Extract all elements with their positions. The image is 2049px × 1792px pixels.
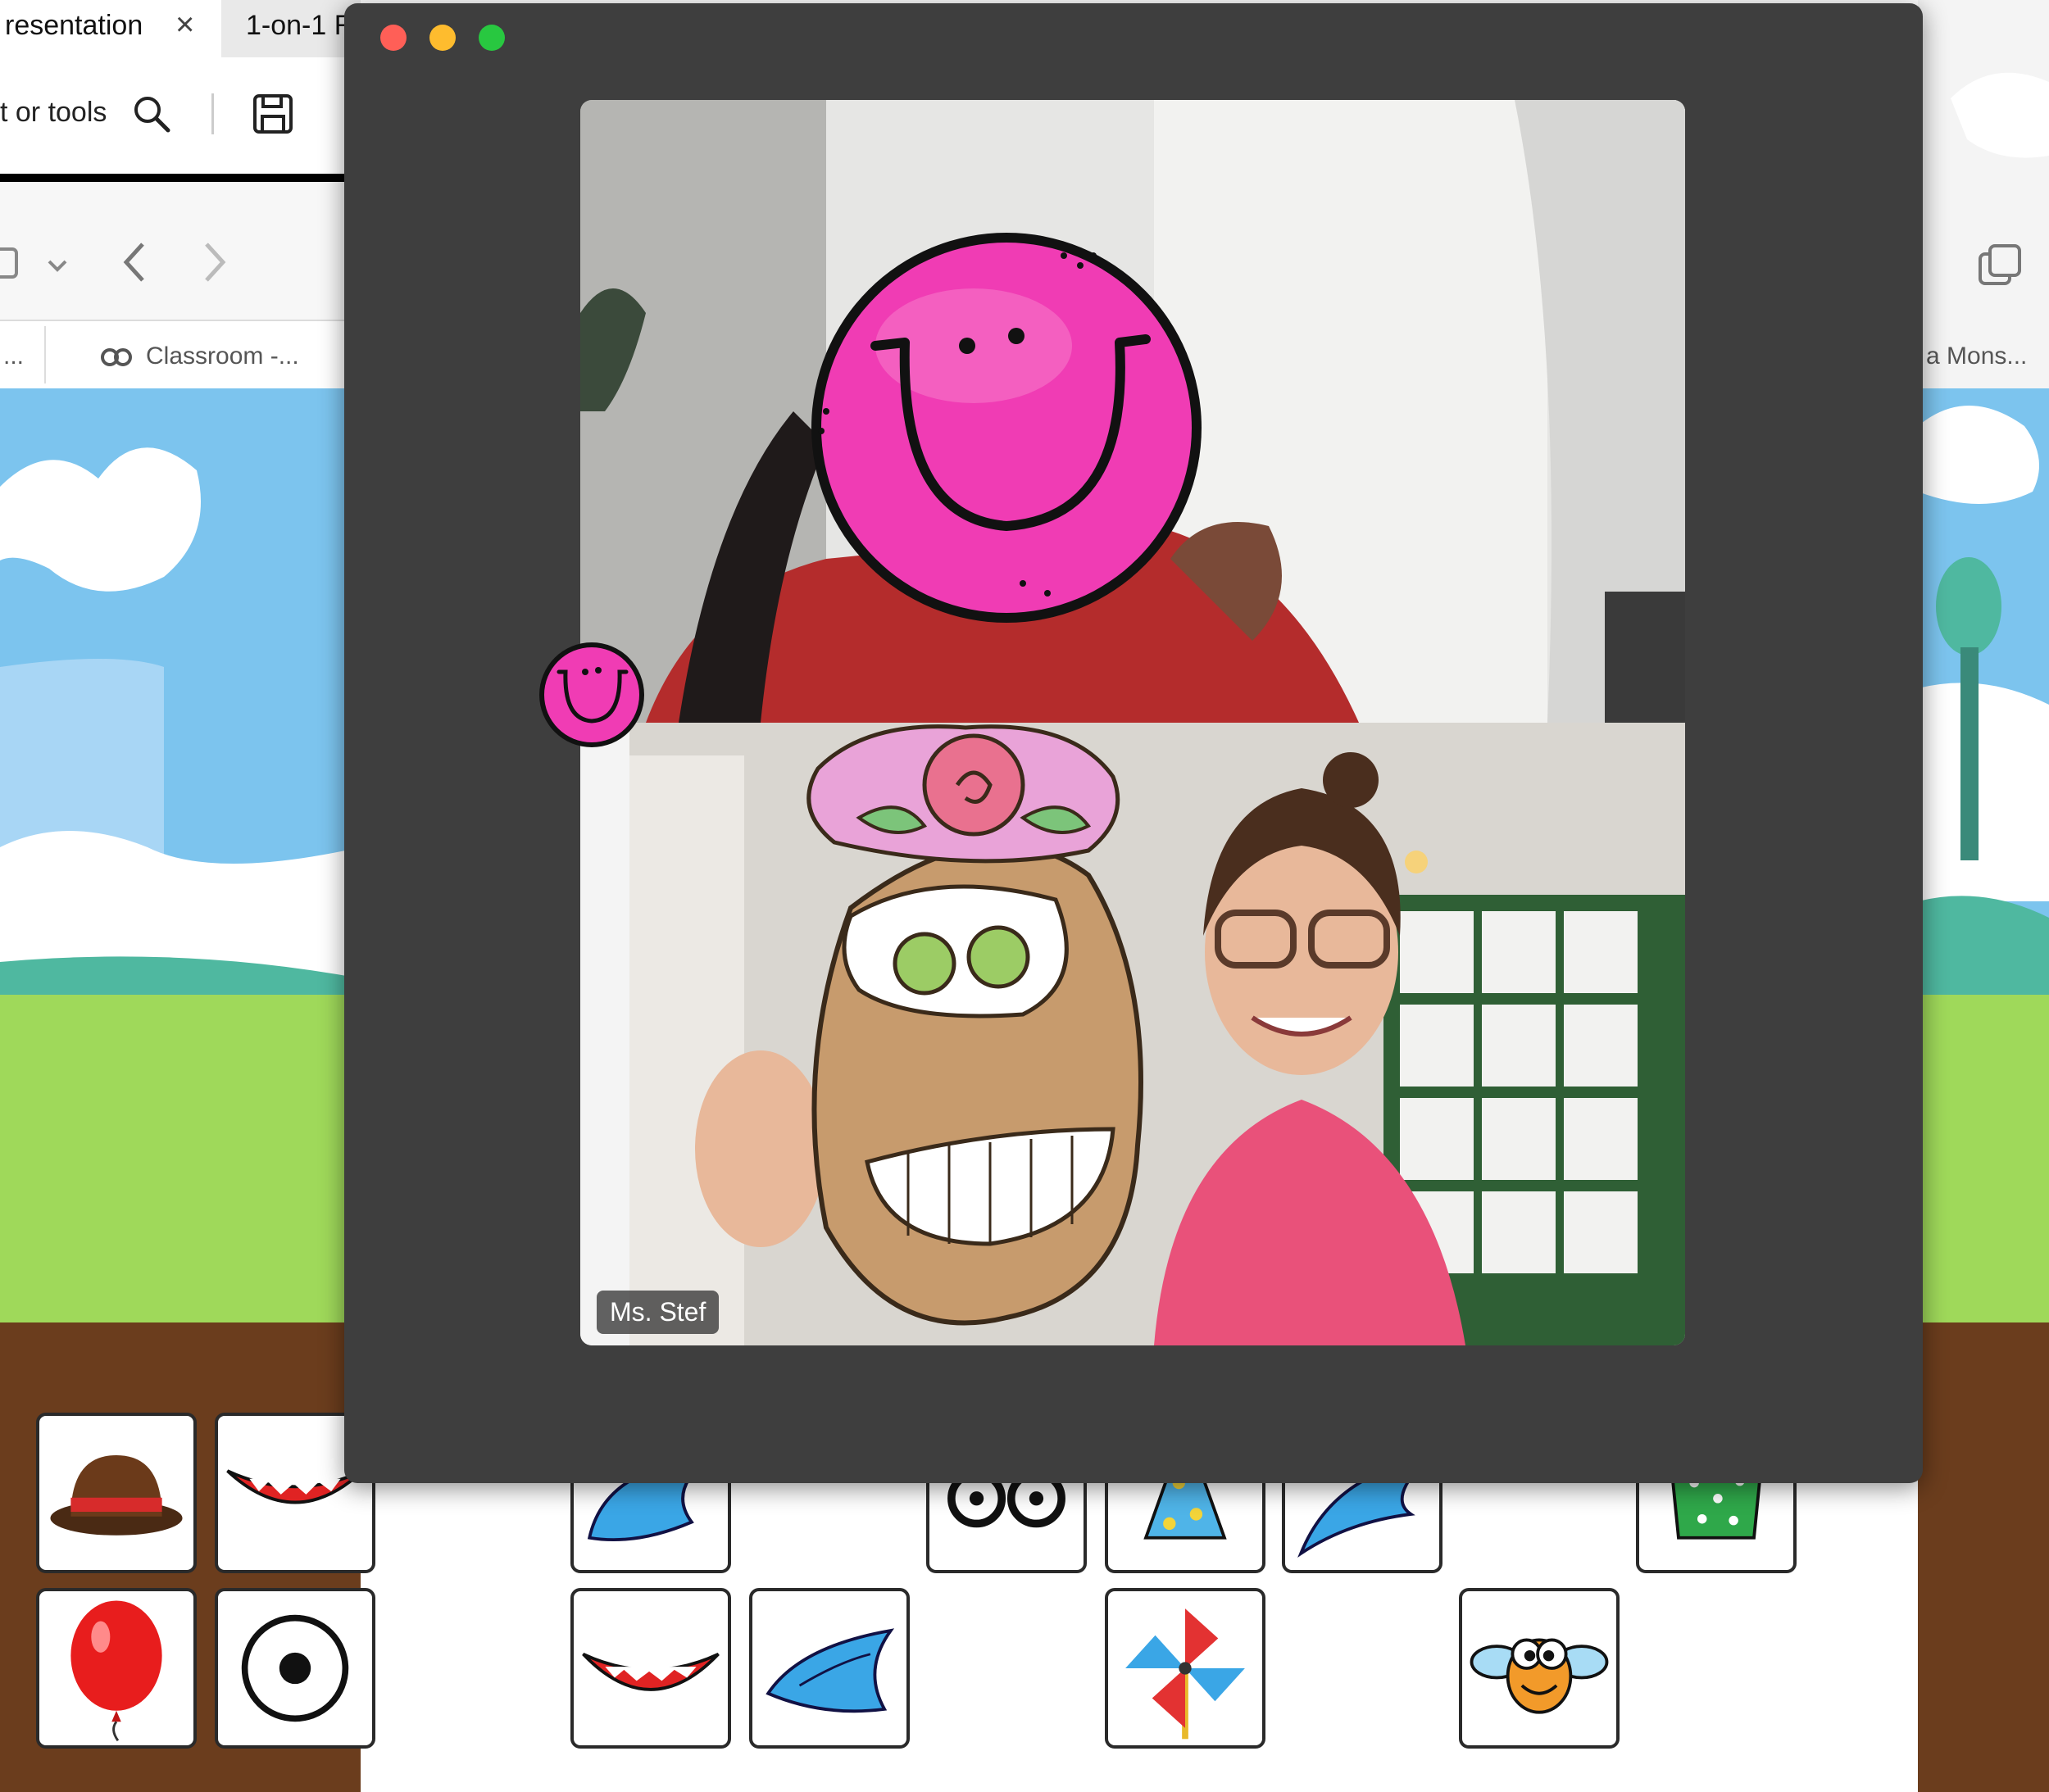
pinwheel-icon xyxy=(1125,1608,1245,1740)
bookmark-divider xyxy=(44,326,46,383)
chevron-down-icon[interactable] xyxy=(46,254,69,277)
window-zoom-button[interactable] xyxy=(479,25,505,51)
video-call-window: Ms. Stef xyxy=(344,3,1923,1483)
browser-nav-bar xyxy=(0,182,361,321)
back-icon[interactable] xyxy=(120,239,149,285)
toolbar-rule xyxy=(0,174,361,182)
save-icon[interactable] xyxy=(251,92,295,136)
window-minimize-button[interactable] xyxy=(429,25,456,51)
background-browser-right: a Mons... xyxy=(1918,0,2049,1792)
smiley-face-icon xyxy=(811,233,1202,623)
tray-item-bug-face[interactable] xyxy=(1459,1588,1620,1749)
sidebar-icon[interactable] xyxy=(0,246,20,282)
window-close-button[interactable] xyxy=(380,25,407,51)
tray-item-red-balloon[interactable] xyxy=(36,1588,197,1749)
browser-tab[interactable]: 1-on-1 R xyxy=(246,10,354,42)
eye-icon xyxy=(241,1614,349,1722)
potato-head-cutout xyxy=(806,724,1143,1326)
tab-close-icon[interactable]: × xyxy=(175,7,194,43)
video-tile-teacher[interactable]: Ms. Stef xyxy=(580,723,1685,1345)
game-scene-left xyxy=(0,388,361,1792)
search-tools-text[interactable]: t or tools xyxy=(0,97,107,129)
tab-title: resentation xyxy=(5,10,143,41)
tray-item-eye[interactable] xyxy=(215,1588,375,1749)
browser-tab-bar: resentation × 1-on-1 R xyxy=(0,0,361,57)
toolbar-divider xyxy=(211,93,214,134)
browser-tab-active[interactable]: resentation × xyxy=(0,0,221,57)
tray-item-monster-mouth-2[interactable] xyxy=(570,1588,731,1749)
bug-face-icon xyxy=(1470,1638,1609,1714)
video-tile-student[interactable] xyxy=(580,100,1685,723)
monster-mouth-icon xyxy=(582,1652,720,1691)
tray-item-bowler-hat[interactable] xyxy=(36,1413,197,1573)
scenery-right xyxy=(1918,72,2049,1000)
bookmark-prefix: ... xyxy=(3,343,25,370)
self-view-avatar[interactable] xyxy=(538,641,646,749)
app-toolbar: t or tools xyxy=(0,57,361,172)
participant-name-tag: Ms. Stef xyxy=(597,1291,720,1334)
forward-icon[interactable] xyxy=(200,239,229,285)
bowler-hat-icon xyxy=(50,1454,183,1536)
tray-item-blue-fin-2[interactable] xyxy=(749,1588,910,1749)
tray-item-pinwheel[interactable] xyxy=(1105,1588,1265,1749)
link-icon xyxy=(101,348,132,366)
blue-fin-icon xyxy=(766,1628,895,1713)
red-balloon-icon xyxy=(70,1600,162,1742)
search-icon[interactable] xyxy=(131,93,172,134)
bookmark-classroom[interactable]: Classroom -... xyxy=(146,343,299,370)
dirt-right xyxy=(1918,1322,2049,1792)
